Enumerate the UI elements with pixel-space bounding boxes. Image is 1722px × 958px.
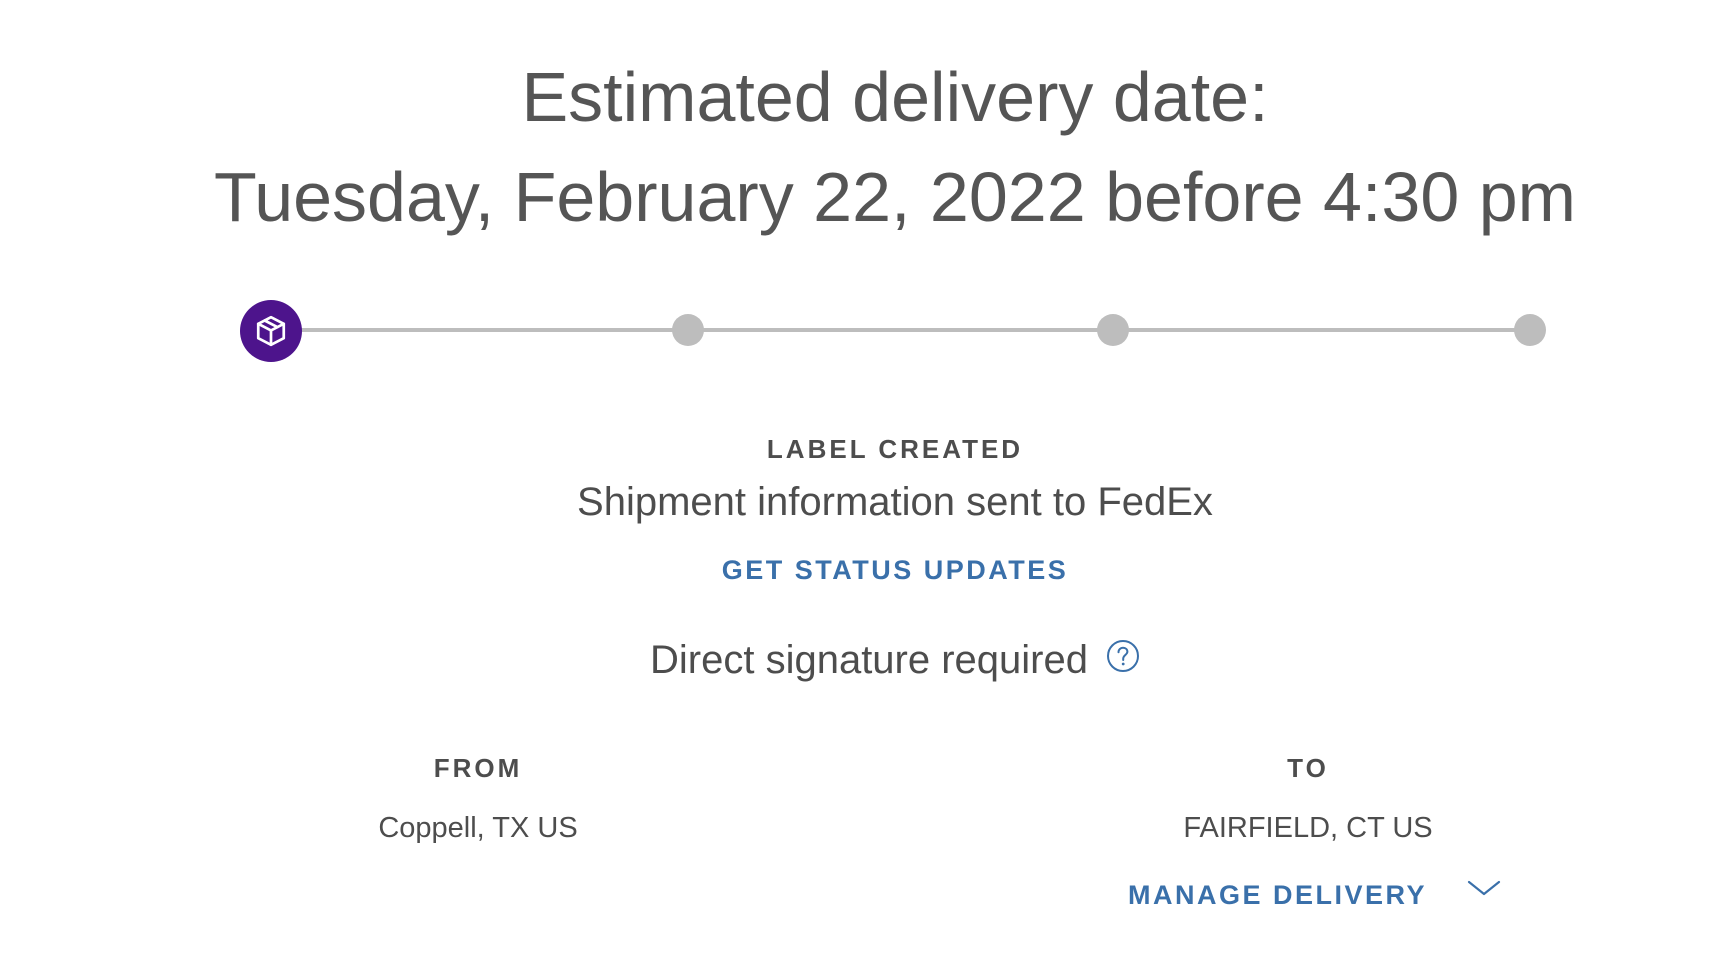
delivery-date-heading: Estimated delivery date: xyxy=(521,58,1269,136)
question-circle-icon[interactable] xyxy=(1106,638,1140,683)
signature-text: Direct signature required xyxy=(650,638,1088,682)
status-label: LABEL CREATED xyxy=(766,434,1024,464)
to-title: TO xyxy=(1287,753,1329,783)
progress-step-2 xyxy=(672,314,704,346)
to-location: FAIRFIELD, CT US xyxy=(1183,812,1433,844)
status-description: Shipment information sent to FedEx xyxy=(577,480,1213,524)
from-location: Coppell, TX US xyxy=(378,812,578,844)
signature-requirement: Direct signature required xyxy=(0,638,1722,683)
get-status-updates-link[interactable]: GET STATUS UPDATES xyxy=(0,555,1722,586)
manage-delivery-button[interactable]: MANAGE DELIVERY xyxy=(1128,880,1501,911)
package-box-icon xyxy=(256,315,286,347)
manage-delivery-label: MANAGE DELIVERY xyxy=(1128,880,1428,910)
delivery-date-value: Tuesday, February 22, 2022 before 4:30 p… xyxy=(214,158,1576,236)
progress-track-line xyxy=(272,328,1534,332)
from-title: FROM xyxy=(433,753,523,783)
progress-step-4 xyxy=(1514,314,1546,346)
progress-step-3 xyxy=(1097,314,1129,346)
chevron-down-icon xyxy=(1467,880,1501,895)
progress-step-label-created xyxy=(240,300,302,362)
